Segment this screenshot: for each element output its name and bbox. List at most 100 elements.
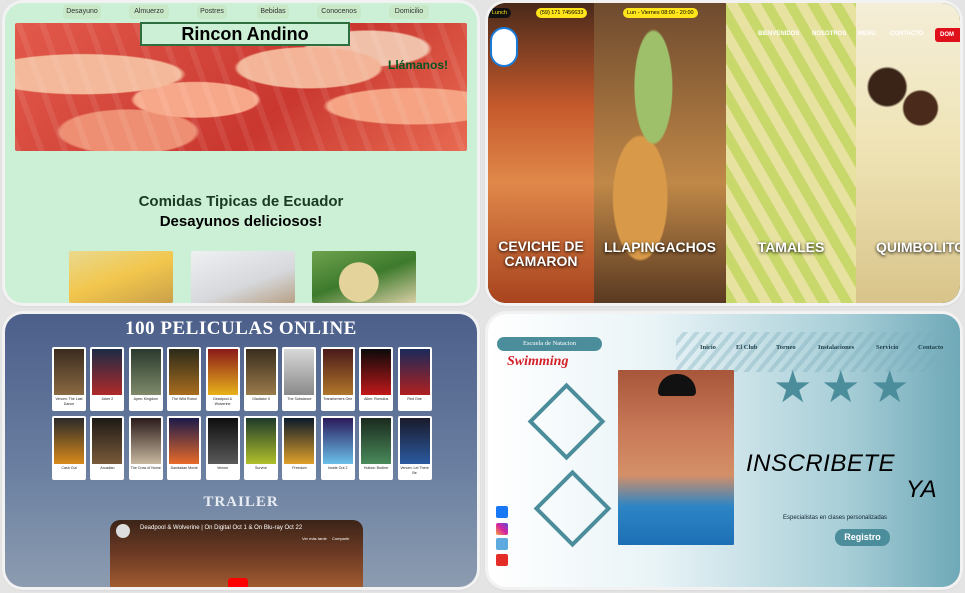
twitter-icon[interactable] [496,538,508,550]
movie-poster [322,418,353,464]
movie-card[interactable]: The Crow of Nome [128,416,163,480]
movie-title: Venom: The Last Dance [55,397,83,406]
dish-quimbolito[interactable]: QUIMBOLITO [856,3,960,303]
instagram-icon[interactable] [496,523,508,535]
trailer-video[interactable]: Deadpool & Wolverine | On Digital Oct 1 … [110,520,363,587]
movie-card[interactable]: Survive [244,416,278,480]
star-icon: ★ [821,363,861,412]
register-button[interactable]: Registro [835,529,890,546]
movie-title: Deadpool & Wolverine [213,397,232,406]
menu-nosotros[interactable]: NOSOTROS [812,31,846,37]
facebook-icon[interactable] [496,506,508,518]
movie-poster [207,349,238,395]
lunch-tag: Lunch [488,8,511,18]
movie-card[interactable]: The Wild Robot [167,347,202,411]
movie-card[interactable]: Venom: The Last Dance [52,347,86,411]
phone-pill[interactable]: (59) 171 7456633 [536,8,588,18]
movie-poster [246,349,276,395]
movies-preview[interactable]: 100 PELICULAS ONLINE Venom: The Last Dan… [5,314,477,587]
watch-later-button[interactable]: Ver más tarde [302,536,327,541]
movie-poster [284,418,315,464]
food-thumbnail[interactable] [191,251,295,303]
menu-inicio[interactable]: Inicio [700,344,716,351]
movie-title: The Wild Robot [171,397,197,401]
movie-poster [92,349,123,395]
movie-card[interactable]: Venom [205,416,240,480]
movie-card[interactable]: Apes: Kingdom [128,347,163,411]
share-button[interactable]: Compartir [332,536,350,541]
movie-card[interactable]: Hollow: Brother [359,416,394,480]
movie-title: Hollow: Brother [363,466,389,470]
movie-card[interactable]: Gladiator II [244,347,278,411]
movie-title: Arcadian [100,466,115,470]
menu-torneo[interactable]: Torneo [776,344,796,351]
trailer-heading: TRAILER [203,494,279,510]
movie-title: Inside Out 2 [328,466,348,470]
page-title: 100 PELICULAS ONLINE [125,318,357,339]
menu-bienvenidos[interactable]: BIENVENIDOS [758,31,799,37]
subtitle-breakfast: Desayunos deliciosos! [159,213,323,230]
movie-card[interactable]: Cash Out [52,416,86,480]
movie-poster [169,349,200,395]
header-stripes [676,332,960,372]
movie-title: Transformers One [323,397,353,401]
food-gallery-preview[interactable]: CEVICHE DE CAMARON LLAPINGACHOS TAMALES … [488,3,960,303]
movie-title: The Substance [287,397,312,401]
movie-card[interactable]: Alien: Romulus [359,347,394,411]
play-icon[interactable] [228,578,248,587]
nav-desayuno[interactable]: Desayuno [63,5,101,19]
movie-title: The Crow of Nome [130,466,161,470]
domicilio-button[interactable]: DOM [935,28,960,42]
tagline: Especialistas en clases personalizadas [783,515,888,521]
dish-label: CEVICHE DE CAMARON [498,238,584,269]
youtube-icon[interactable] [496,554,508,566]
movie-card[interactable]: Inside Out 2 [320,416,355,480]
movie-card[interactable]: Transformers One [320,347,355,411]
nav-almuerzo[interactable]: Almuerzo [129,5,169,19]
menu-contacto[interactable]: CONTACTO [890,31,923,37]
nav-conocenos[interactable]: Conocenos [317,5,361,19]
menu-menu[interactable]: MENU [858,31,876,37]
rincon-andino-preview[interactable]: Desayuno Almuerzo Postres Bebidas Conoce… [5,3,477,303]
movie-card[interactable]: Deadpool & Wolverine [205,347,240,411]
swimming-school-preview[interactable]: Escuela de Natacion Swimming Inicio El C… [488,314,960,587]
headline-inscribete: INSCRIBETE [746,450,896,477]
menu-instalaciones[interactable]: Instalaciones [818,344,854,351]
movie-card[interactable]: Joker 2 [90,347,125,411]
movie-title: Red One [407,397,422,401]
movie-card[interactable]: Arcadian [90,416,125,480]
dish-tamales[interactable]: TAMALES [726,3,856,303]
menu-contacto[interactable]: Contacto [918,344,943,351]
dish-label: TAMALES [757,239,825,255]
movie-poster [130,418,161,464]
movie-card[interactable]: Red One [397,347,432,411]
movie-title: Alien: Romulus [364,397,389,401]
nav-domicilio[interactable]: Domicilio [389,5,429,19]
menu-club[interactable]: El Club [736,344,758,351]
nav-postres[interactable]: Postres [197,5,227,19]
movie-card[interactable]: Freedom [282,416,317,480]
movie-title: Survive [255,466,267,470]
food-thumbnail[interactable] [312,251,416,303]
movie-card[interactable]: Dandadan Movie [167,416,202,480]
movie-card[interactable]: The Substance [282,347,317,411]
menu-servicio[interactable]: Servicio [876,344,898,351]
movie-card[interactable]: Venom: Let There Be [397,416,432,480]
food-thumbnail[interactable] [69,251,173,303]
nav-bebidas[interactable]: Bebidas [257,5,289,19]
movie-title: Cash Out [61,466,77,470]
call-link[interactable]: Llámanos! [388,58,448,72]
dish-llapingachos[interactable]: LLAPINGACHOS [594,3,726,303]
movie-poster [169,418,200,464]
swimmer-photo [618,370,734,545]
movie-poster [322,349,353,395]
movie-title: Gladiator II [252,397,270,401]
movie-title: Freedom [292,466,307,470]
diamond-shape [527,382,606,461]
swimming-logo[interactable]: Swimming [507,354,568,370]
subtitle: Comidas Tipicas de Ecuador [138,193,344,210]
restaurant-logo[interactable] [490,27,518,67]
top-nav: Desayuno Almuerzo Postres Bebidas Conoce… [5,3,477,23]
movie-title: Venom: Let There Be [400,466,429,475]
movie-poster [246,418,276,464]
